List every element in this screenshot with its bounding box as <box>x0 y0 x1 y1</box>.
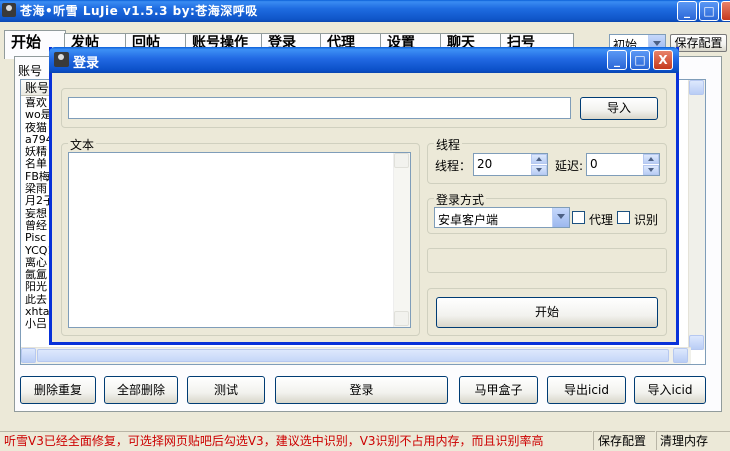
maximize-icon[interactable]: □ <box>699 1 719 21</box>
start-button[interactable]: 开始 <box>436 297 658 328</box>
dialog-icon <box>54 52 69 67</box>
import-button[interactable]: 导入 <box>580 97 658 120</box>
dialog-minimize-icon[interactable]: _ <box>607 50 627 70</box>
thread-label: 线程： <box>435 159 472 173</box>
scroll-up-icon[interactable] <box>689 80 704 95</box>
text-area[interactable] <box>68 152 411 328</box>
test-button[interactable]: 测试 <box>187 376 265 404</box>
dialog-maximize-icon[interactable]: □ <box>630 50 650 70</box>
delay-label: 延迟: <box>555 159 584 173</box>
text-vscroll[interactable] <box>393 153 410 327</box>
thread-spinner[interactable]: 20 <box>473 153 548 176</box>
login-dialog-title: 登录 <box>73 56 100 71</box>
scroll-left-icon[interactable] <box>21 348 36 363</box>
recognize-label: 识别 <box>634 213 659 227</box>
thread-up-icon[interactable] <box>531 154 547 164</box>
delay-down-icon[interactable] <box>643 165 659 175</box>
close-icon[interactable] <box>721 1 730 21</box>
scroll-right-icon[interactable] <box>673 348 688 363</box>
thread-down-icon[interactable] <box>531 165 547 175</box>
dedupe-button[interactable]: 删除重复 <box>20 376 96 404</box>
progress-bar <box>427 248 667 273</box>
main-window-title: 苍海•听雪 LuJie v1.5.3 by:苍海深呼吸 <box>20 4 258 18</box>
login-dialog-title-bar[interactable]: 登录 _ □ X <box>49 47 679 73</box>
main-title-bar[interactable]: 苍海•听雪 LuJie v1.5.3 by:苍海深呼吸 _ □ <box>0 0 730 22</box>
login-button[interactable]: 登录 <box>275 376 448 404</box>
export-icid-button[interactable]: 导出icid <box>547 376 626 404</box>
thread-group-label: 线程 <box>434 136 463 153</box>
login-method-label: 登录方式 <box>434 191 487 208</box>
delay-up-icon[interactable] <box>643 154 659 164</box>
delay-spinner[interactable]: 0 <box>586 153 660 176</box>
text-scroll-up-icon[interactable] <box>394 153 409 168</box>
delay-value: 0 <box>590 157 598 171</box>
delete-all-button[interactable]: 全部删除 <box>104 376 178 404</box>
account-hscroll[interactable] <box>21 347 691 364</box>
text-group-label: 文本 <box>68 136 97 153</box>
path-input[interactable] <box>68 97 571 119</box>
status-clear-memory[interactable]: 清理内存 <box>656 431 730 450</box>
status-message: 听雪V3已经全面修复，可选择网页贴吧后勾选V3，建议选中识别，V3识别不占用内存… <box>0 431 592 450</box>
hscroll-thumb[interactable] <box>37 349 669 362</box>
thread-value: 20 <box>477 157 493 171</box>
vest-box-button[interactable]: 马甲盒子 <box>459 376 538 404</box>
import-icid-button[interactable]: 导入icid <box>634 376 706 404</box>
scroll-down-icon[interactable] <box>689 335 704 350</box>
account-vscroll[interactable] <box>688 80 705 350</box>
minimize-icon[interactable]: _ <box>677 1 697 21</box>
login-method-value: 安卓客户端 <box>438 213 499 227</box>
proxy-label: 代理 <box>589 213 614 227</box>
app-icon <box>2 3 16 17</box>
text-scroll-down-icon[interactable] <box>394 311 409 326</box>
status-save-config[interactable]: 保存配置 <box>593 431 655 450</box>
login-method-chevron-icon <box>552 208 569 227</box>
dialog-close-icon[interactable]: X <box>653 50 673 70</box>
proxy-checkbox[interactable] <box>572 211 585 224</box>
login-method-combo[interactable]: 安卓客户端 <box>434 207 570 228</box>
recognize-checkbox[interactable] <box>617 211 630 224</box>
